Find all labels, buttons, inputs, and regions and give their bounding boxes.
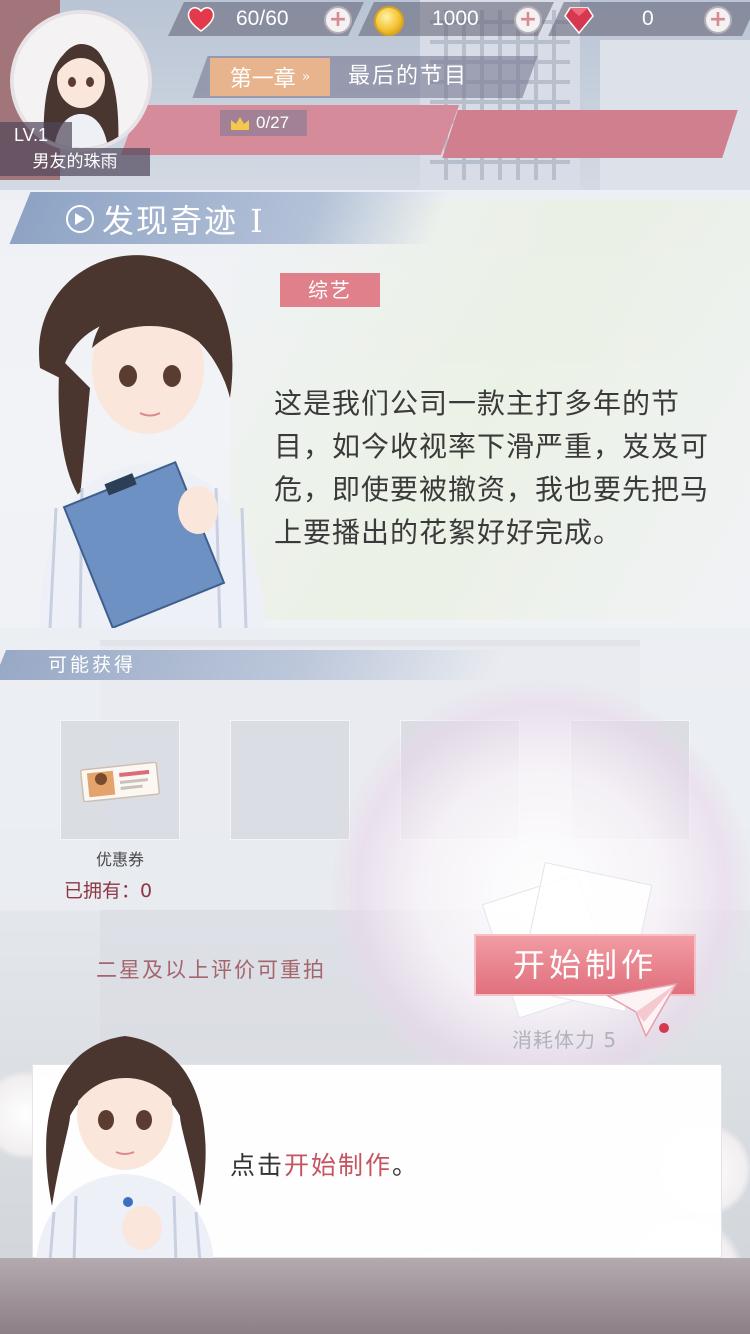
player-name: 男友的珠雨: [0, 148, 150, 176]
episode-description: 这是我们公司一款主打多年的节目，如今收视率下滑严重，岌岌可危，即使要被撤资，我也…: [274, 387, 710, 549]
coins-value: 1000: [432, 7, 479, 30]
crown-icon: [231, 117, 249, 130]
stamina-cost-label: 消耗体力 5: [512, 1028, 618, 1052]
genre-tag: 综艺: [280, 273, 380, 307]
episode-title: 发现奇迹 I: [102, 202, 265, 240]
dialog-suffix: 。: [392, 1151, 420, 1180]
episode-title-row[interactable]: 发现奇迹 I: [66, 196, 265, 242]
dialog-highlight: 开始制作: [284, 1151, 393, 1180]
background-ground: [0, 1258, 750, 1334]
reward-item-label: 优惠券: [95, 850, 144, 869]
add-stamina-button[interactable]: +: [324, 6, 352, 34]
dialog-prefix: 点击: [230, 1151, 285, 1180]
coin-icon: [374, 6, 404, 36]
add-gems-button[interactable]: +: [704, 6, 732, 34]
level-badge: LV.1: [0, 122, 72, 148]
stamina-value: 60/60: [236, 7, 289, 30]
dialog-portrait: [36, 1036, 214, 1262]
chevron-down-icon: »: [301, 69, 311, 85]
add-coins-button[interactable]: +: [514, 6, 542, 34]
chapter-label: 第一章: [229, 67, 296, 92]
rewards-header: 可能获得: [48, 654, 137, 676]
dialog-text: 点击开始制作。: [230, 1146, 419, 1182]
progress-value: 0/27: [256, 113, 290, 132]
chapter-title: 最后的节目: [348, 64, 469, 89]
gems-value: 0: [642, 7, 654, 30]
chapter-selector[interactable]: 第一章 »: [210, 58, 330, 96]
background-roof: [442, 110, 738, 158]
play-icon[interactable]: [66, 205, 94, 233]
reward-slot: [230, 720, 350, 840]
reshoot-hint: 二星及以上评价可重拍: [96, 958, 326, 982]
chapter-progress: 0/27: [220, 110, 308, 136]
coupon-ticket-icon: [80, 762, 160, 802]
owned-count: 已拥有：0: [64, 880, 153, 902]
gem-icon: [564, 7, 594, 34]
heart-icon: [187, 7, 215, 32]
girl-portrait: [39, 255, 266, 628]
